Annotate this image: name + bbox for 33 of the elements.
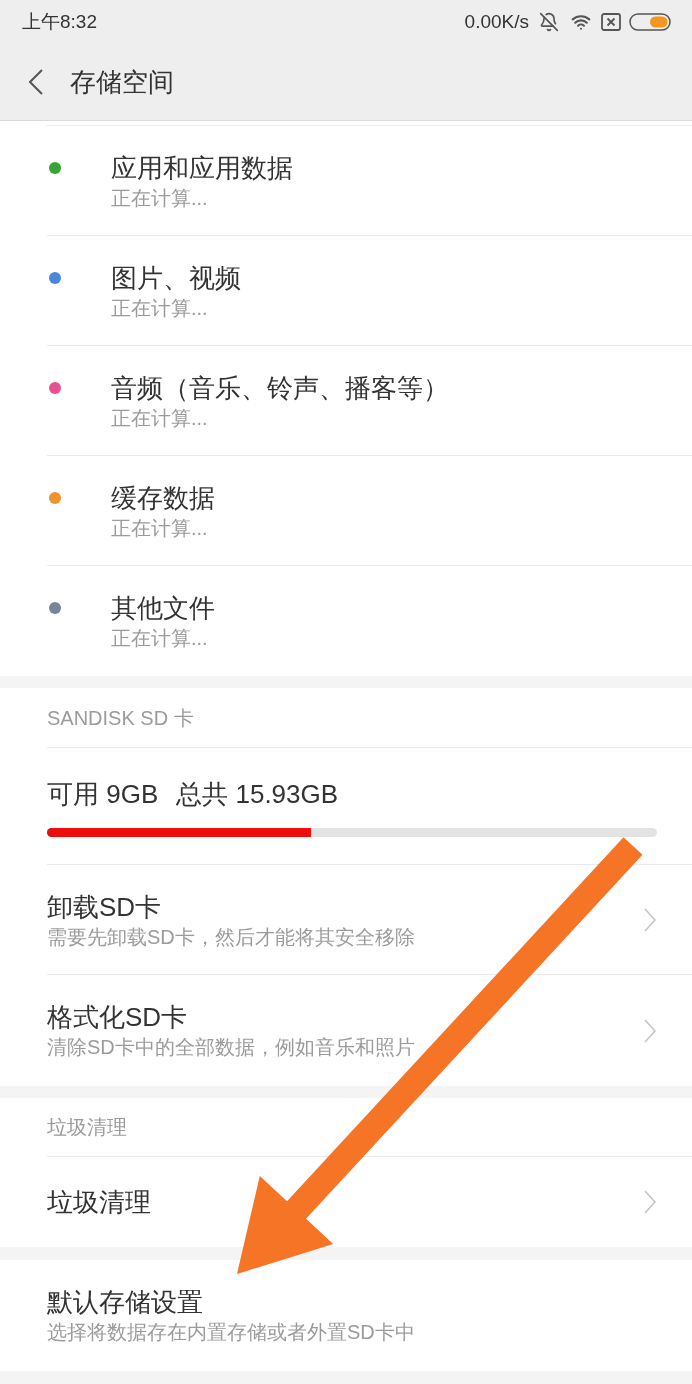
total-space: 总共 15.93GB (176, 779, 339, 809)
category-status: 正在计算... (111, 626, 209, 650)
setting-title: 格式化SD卡 (47, 1002, 189, 1032)
setting-description: 清除SD卡中的全部数据，例如音乐和照片 (47, 1035, 415, 1059)
chevron-right-icon (644, 1190, 656, 1214)
category-status: 正在计算... (111, 406, 209, 430)
available-space: 可用 9GB (47, 779, 159, 809)
back-chevron-icon (29, 69, 43, 95)
category-title: 音频（音乐、铃声、播客等） (111, 373, 449, 403)
chevron-right-icon (644, 907, 656, 932)
chevron-right-icon (644, 1018, 656, 1043)
category-status: 正在计算... (111, 516, 209, 540)
bell-off-icon (539, 12, 559, 32)
category-status: 正在计算... (111, 296, 209, 320)
section-heading: SANDISK SD 卡 (47, 705, 194, 731)
category-status: 正在计算... (111, 186, 209, 210)
status-time: 上午8:32 (22, 9, 97, 34)
battery-icon (629, 13, 671, 31)
page-title: 存储空间 (70, 65, 174, 99)
network-speed: 0.00K/s (464, 9, 529, 34)
setting-title: 垃圾清理 (47, 1187, 151, 1217)
category-title: 应用和应用数据 (111, 153, 293, 183)
category-title: 缓存数据 (111, 483, 215, 513)
x-square-icon (601, 13, 621, 31)
setting-description: 需要先卸载SD卡，然后才能将其安全移除 (47, 925, 415, 949)
wifi-icon (571, 12, 591, 32)
back-button[interactable] (26, 67, 46, 97)
category-title: 图片、视频 (111, 263, 241, 293)
setting-title: 默认存储设置 (47, 1287, 204, 1317)
setting-description: 选择将数据存在内置存储或者外置SD卡中 (47, 1320, 416, 1344)
category-title: 其他文件 (111, 593, 215, 623)
section-heading: 垃圾清理 (47, 1115, 127, 1140)
setting-title: 卸载SD卡 (47, 892, 163, 922)
